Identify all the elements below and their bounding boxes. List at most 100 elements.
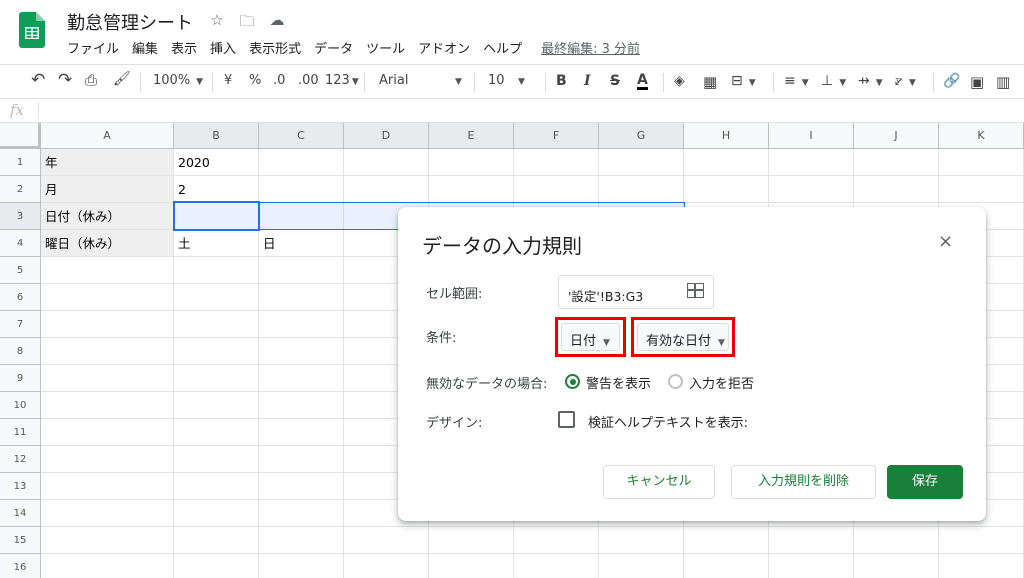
help-text-checkbox-label[interactable]: 検証ヘルプテキストを表示:	[588, 412, 748, 431]
merge-cells-icon[interactable]: ⊟ ▼	[731, 73, 756, 89]
menu-data[interactable]: データ	[314, 38, 353, 57]
cloud-status-icon[interactable]: ☁	[267, 11, 287, 36]
text-wrap-icon[interactable]: ⇸ ▼	[858, 73, 883, 89]
menu-addons[interactable]: アドオン	[418, 38, 470, 57]
row-header-13[interactable]: 13	[0, 473, 41, 500]
row-header-2[interactable]: 2	[0, 176, 41, 203]
row-header-15[interactable]: 15	[0, 527, 41, 554]
row-header-3[interactable]: 3	[0, 203, 41, 230]
select-all-corner[interactable]	[0, 123, 41, 149]
close-icon[interactable]: ×	[938, 231, 953, 252]
column-header-g[interactable]: G	[599, 123, 684, 149]
move-folder-icon[interactable]: 🗀	[237, 11, 257, 36]
cell-a3[interactable]: 日付（休み）	[41, 203, 174, 230]
italic-button[interactable]: I	[584, 73, 591, 89]
cell-a4[interactable]: 曜日（休み）	[41, 230, 174, 257]
criteria-condition-value: 有効な日付	[646, 334, 712, 349]
cell-range-label: セル範囲:	[426, 287, 483, 302]
formula-input[interactable]	[40, 99, 1020, 122]
cell-b1[interactable]: 2020	[174, 149, 259, 176]
row-header-6[interactable]: 6	[0, 284, 41, 311]
decrease-decimal-button[interactable]: .0	[273, 73, 285, 88]
column-header-i[interactable]: I	[769, 123, 854, 149]
radio-reject-input-label[interactable]: 入力を拒否	[689, 373, 754, 392]
star-icon[interactable]: ☆	[207, 11, 227, 36]
column-header-c[interactable]: C	[259, 123, 344, 149]
column-header-h[interactable]: H	[684, 123, 769, 149]
redo-icon[interactable]: ↷	[58, 70, 72, 90]
text-color-button[interactable]: A	[637, 73, 648, 90]
radio-reject-input[interactable]	[668, 374, 683, 389]
cell-range-input[interactable]: '設定'!B3:G3	[558, 275, 714, 309]
row-header-1[interactable]: 1	[0, 149, 41, 176]
increase-decimal-button[interactable]: .00	[298, 73, 319, 88]
row-header-12[interactable]: 12	[0, 446, 41, 473]
undo-icon[interactable]: ↶	[31, 70, 45, 90]
document-title[interactable]: 勤怠管理シート	[67, 9, 193, 35]
active-cell-b3[interactable]	[173, 201, 260, 231]
print-icon[interactable]: ⎙	[85, 71, 97, 89]
menu-tools[interactable]: ツール	[366, 38, 405, 57]
column-header-b[interactable]: B	[174, 123, 259, 149]
sheets-logo-icon[interactable]	[19, 12, 45, 48]
percent-format-button[interactable]: %	[249, 73, 261, 88]
bold-button[interactable]: B	[556, 73, 567, 89]
text-rotation-icon[interactable]: ⦫ ▼	[895, 73, 916, 89]
fill-color-icon[interactable]: ◈	[674, 73, 685, 89]
cell-a2[interactable]: 月	[41, 176, 174, 203]
column-header-e[interactable]: E	[429, 123, 514, 149]
cancel-button[interactable]: キャンセル	[603, 465, 715, 499]
criteria-type-value: 日付	[570, 334, 597, 349]
row-header-10[interactable]: 10	[0, 392, 41, 419]
save-button[interactable]: 保存	[887, 465, 963, 499]
strikethrough-button[interactable]: S	[610, 73, 620, 89]
more-formats-button[interactable]: 123 ▼	[325, 73, 359, 88]
cell-b2[interactable]: 2	[174, 176, 259, 203]
help-text-checkbox[interactable]	[558, 411, 575, 428]
cell-c4[interactable]: 日	[259, 230, 344, 257]
row-header-16[interactable]: 16	[0, 554, 41, 578]
row-header-8[interactable]: 8	[0, 338, 41, 365]
toolbar: ↶ ↷ ⎙ 🖌 100% ▼ ¥ % .0 .00 123 ▼ Arial ▼ 10 ▼…	[0, 64, 1024, 99]
paint-format-icon[interactable]: 🖌	[113, 71, 131, 87]
cell-a1[interactable]: 年	[41, 149, 174, 176]
zoom-select[interactable]: 100% ▼	[153, 73, 203, 88]
row-header-4[interactable]: 4	[0, 230, 41, 257]
menu-view[interactable]: 表示	[171, 38, 197, 57]
row-header-7[interactable]: 7	[0, 311, 41, 338]
menu-edit[interactable]: 編集	[132, 38, 158, 57]
currency-format-button[interactable]: ¥	[224, 73, 232, 88]
row-header-14[interactable]: 14	[0, 500, 41, 527]
column-header-j[interactable]: J	[854, 123, 939, 149]
insert-comment-icon[interactable]: ▣	[970, 73, 984, 91]
row-header-5[interactable]: 5	[0, 257, 41, 284]
menu-help[interactable]: ヘルプ	[483, 38, 522, 57]
column-header-k[interactable]: K	[939, 123, 1024, 149]
menu-insert[interactable]: 挿入	[210, 38, 236, 57]
column-header-f[interactable]: F	[514, 123, 599, 149]
chevron-down-icon: ▼	[603, 338, 610, 348]
cell-range-value: '設定'!B3:G3	[568, 289, 644, 304]
menu-file[interactable]: ファイル	[67, 38, 119, 57]
criteria-condition-dropdown[interactable]: 有効な日付 ▼	[637, 323, 729, 351]
remove-validation-button[interactable]: 入力規則を削除	[731, 465, 876, 499]
menu-format[interactable]: 表示形式	[249, 38, 301, 57]
font-family-select[interactable]: Arial ▼	[379, 73, 462, 88]
criteria-type-dropdown[interactable]: 日付 ▼	[561, 323, 620, 351]
dialog-title: データの入力規則	[422, 234, 582, 258]
align-horizontal-icon[interactable]: ≡ ▼	[784, 73, 809, 89]
row-header-11[interactable]: 11	[0, 419, 41, 446]
cell-b4[interactable]: 土	[174, 230, 259, 257]
select-range-icon[interactable]	[687, 283, 704, 298]
column-header-a[interactable]: A	[41, 123, 174, 149]
insert-chart-icon[interactable]: ▥	[996, 73, 1010, 91]
font-size-select[interactable]: 10 ▼	[488, 73, 525, 88]
row-header-9[interactable]: 9	[0, 365, 41, 392]
radio-show-warning-label[interactable]: 警告を表示	[586, 373, 651, 392]
column-header-d[interactable]: D	[344, 123, 429, 149]
borders-icon[interactable]: ▦	[703, 73, 717, 91]
last-edit-link[interactable]: 最終編集: 3 分前	[541, 38, 640, 57]
radio-show-warning[interactable]	[565, 374, 580, 389]
align-vertical-icon[interactable]: ⊥ ▼	[821, 73, 846, 89]
insert-link-icon[interactable]: 🔗	[943, 73, 960, 89]
